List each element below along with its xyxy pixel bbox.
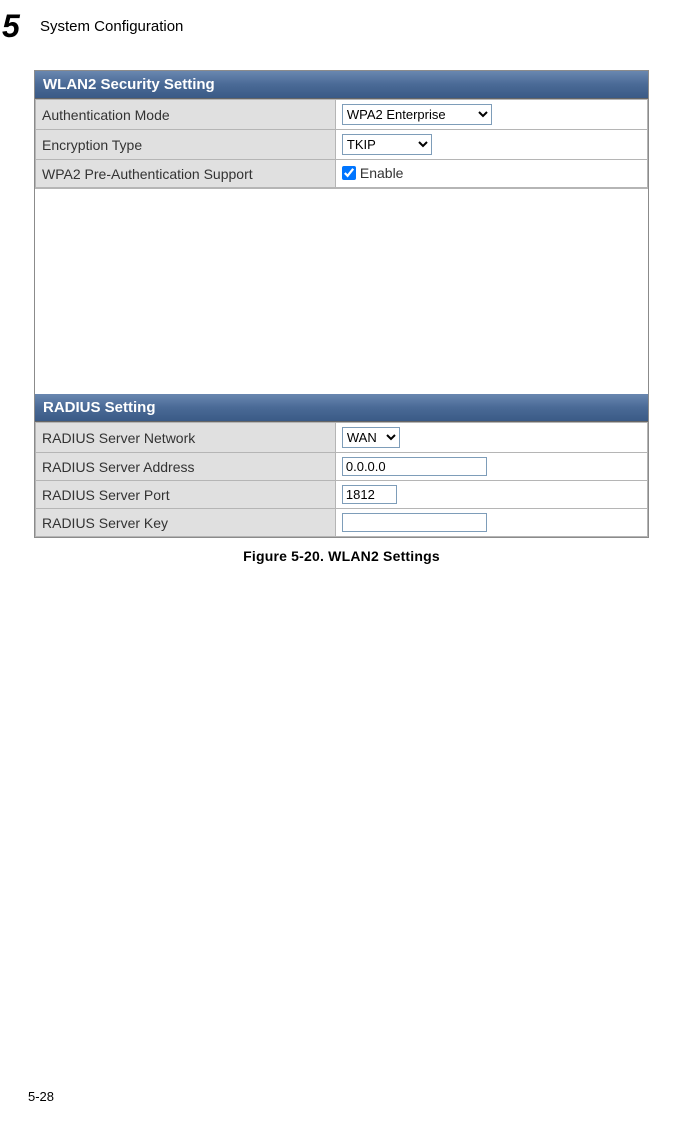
auth-mode-cell: WPA2 Enterprise xyxy=(335,100,647,130)
radius-network-label: RADIUS Server Network xyxy=(36,423,336,453)
preauth-cell: Enable xyxy=(335,160,647,188)
radius-port-cell xyxy=(335,481,647,509)
radius-port-input[interactable] xyxy=(342,485,397,504)
chapter-number: 5 xyxy=(0,10,28,42)
encryption-cell: TKIP xyxy=(335,130,647,160)
wlan2-table: Authentication Mode WPA2 Enterprise Encr… xyxy=(35,99,648,188)
radius-address-cell xyxy=(335,453,647,481)
auth-mode-row: Authentication Mode WPA2 Enterprise xyxy=(36,100,648,130)
section-title: System Configuration xyxy=(40,18,183,35)
preauth-label: WPA2 Pre-Authentication Support xyxy=(36,160,336,188)
preauth-row: WPA2 Pre-Authentication Support Enable xyxy=(36,160,648,188)
preauth-checkbox[interactable] xyxy=(342,166,356,180)
page-number: 5-28 xyxy=(28,1089,54,1104)
spacer xyxy=(35,188,648,394)
radius-header: RADIUS Setting xyxy=(35,394,648,422)
encryption-row: Encryption Type TKIP xyxy=(36,130,648,160)
radius-address-input[interactable] xyxy=(342,457,487,476)
radius-key-cell xyxy=(335,509,647,537)
radius-address-label: RADIUS Server Address xyxy=(36,453,336,481)
radius-network-row: RADIUS Server Network WAN xyxy=(36,423,648,453)
radius-key-label: RADIUS Server Key xyxy=(36,509,336,537)
auth-mode-select[interactable]: WPA2 Enterprise xyxy=(342,104,492,125)
radius-network-cell: WAN xyxy=(335,423,647,453)
wlan2-security-header: WLAN2 Security Setting xyxy=(35,71,648,99)
radius-table: RADIUS Server Network WAN RADIUS Server … xyxy=(35,422,648,537)
encryption-select[interactable]: TKIP xyxy=(342,134,432,155)
page-header: 5 System Configuration xyxy=(0,0,683,52)
radius-port-label: RADIUS Server Port xyxy=(36,481,336,509)
radius-key-row: RADIUS Server Key xyxy=(36,509,648,537)
encryption-label: Encryption Type xyxy=(36,130,336,160)
config-panel: WLAN2 Security Setting Authentication Mo… xyxy=(34,70,649,538)
figure-caption: Figure 5-20. WLAN2 Settings xyxy=(0,548,683,564)
auth-mode-label: Authentication Mode xyxy=(36,100,336,130)
preauth-checkbox-label: Enable xyxy=(360,165,404,181)
radius-key-input[interactable] xyxy=(342,513,487,532)
radius-network-select[interactable]: WAN xyxy=(342,427,400,448)
radius-port-row: RADIUS Server Port xyxy=(36,481,648,509)
radius-address-row: RADIUS Server Address xyxy=(36,453,648,481)
